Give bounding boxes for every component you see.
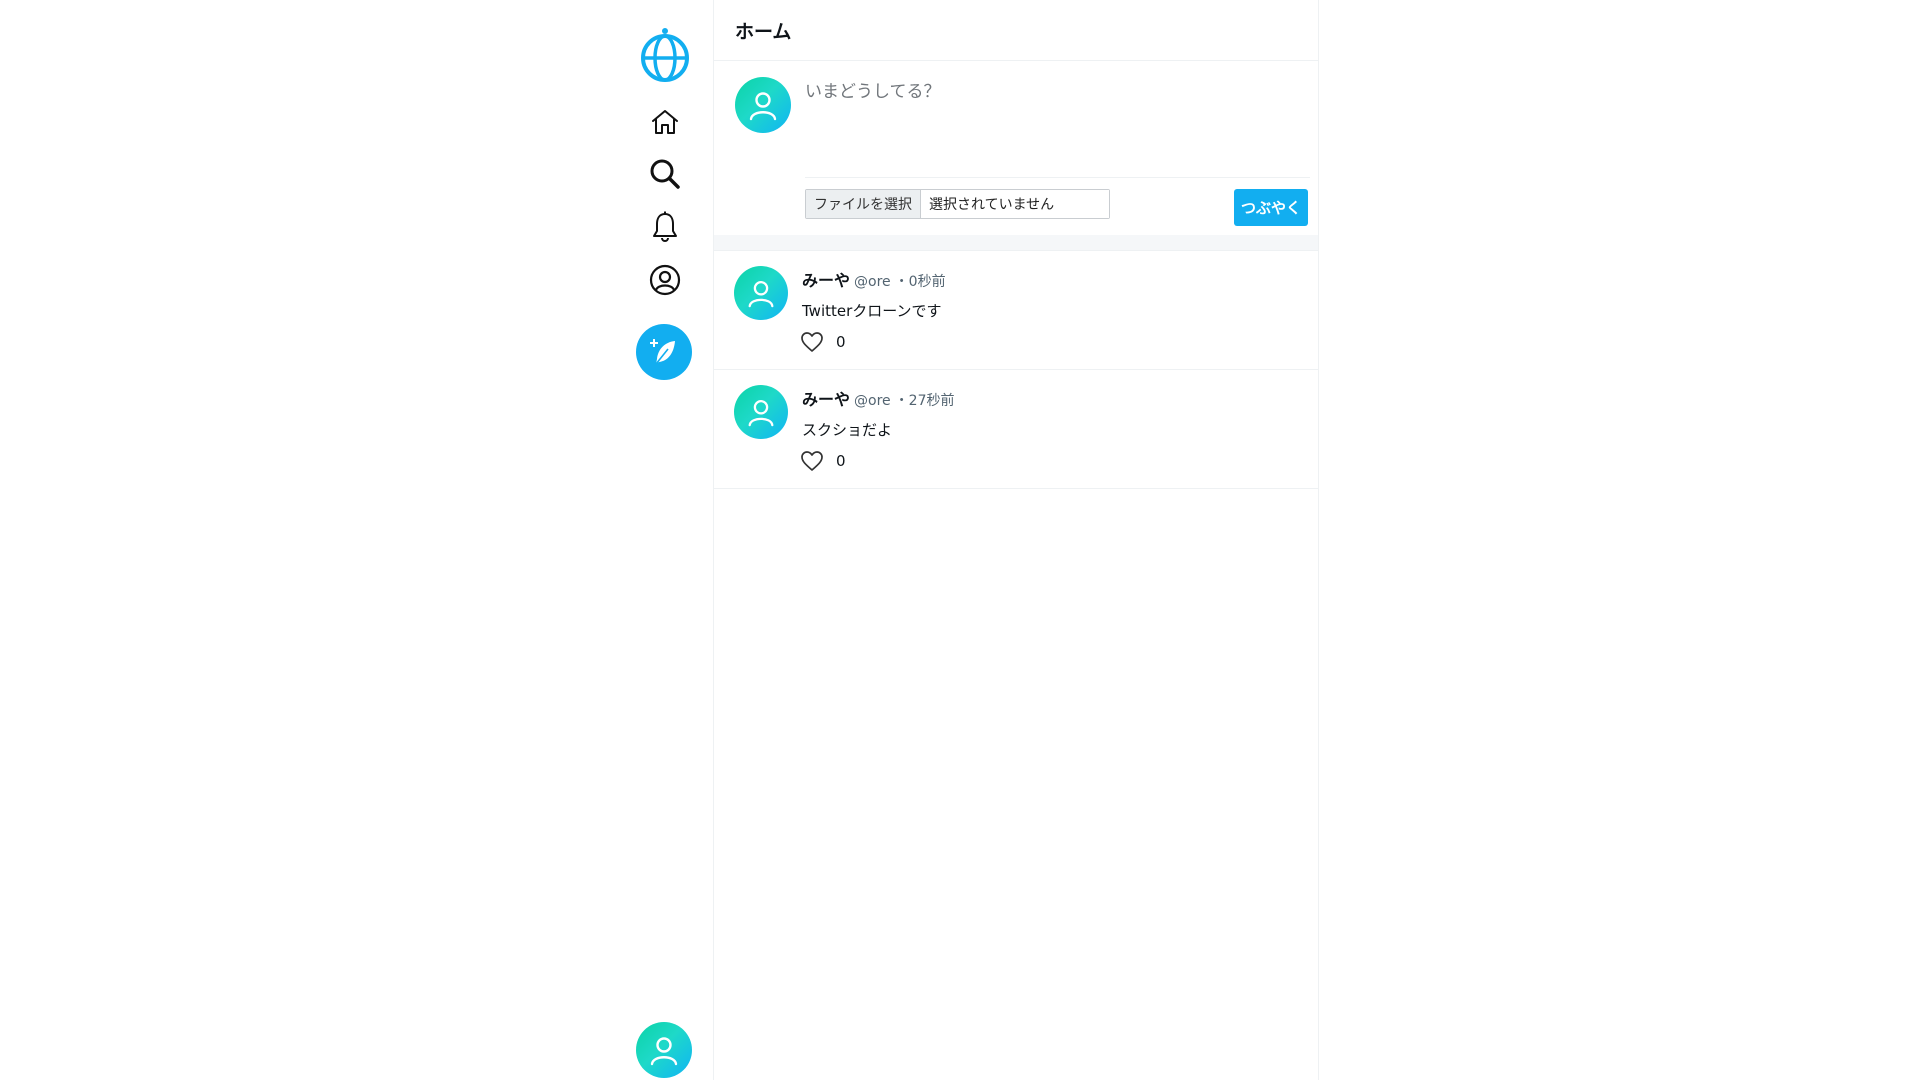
- compose-feather-button[interactable]: [636, 324, 692, 380]
- like-count: 0: [836, 333, 846, 351]
- compose-feather-icon: [650, 339, 675, 365]
- tweet-input[interactable]: [805, 73, 1305, 181]
- heart-icon[interactable]: [800, 450, 824, 472]
- tweet-composer: ファイルを選択 選択されていません つぶやく: [714, 61, 1318, 235]
- page-title: ホーム: [735, 20, 792, 43]
- file-select-button[interactable]: ファイルを選択: [806, 190, 921, 218]
- file-status: 選択されていません: [921, 190, 1109, 218]
- avatar[interactable]: [734, 385, 788, 439]
- sidebar-nav: [620, 0, 715, 1080]
- tweet-submit-button[interactable]: つぶやく: [1234, 189, 1308, 226]
- user-icon: [748, 400, 774, 427]
- tweet-timestamp: ・27秒前: [894, 393, 955, 409]
- account-avatar[interactable]: [636, 1022, 692, 1078]
- tweet-meta: みーや @ore ・0秒前: [802, 267, 946, 291]
- bell-icon[interactable]: [646, 209, 684, 245]
- user-icon: [749, 92, 777, 121]
- avatar[interactable]: [734, 266, 788, 320]
- home-icon[interactable]: [646, 104, 684, 140]
- tweet-item[interactable]: みーや @ore ・0秒前 Twitterクローンです 0: [714, 251, 1318, 370]
- user-icon: [650, 1037, 678, 1066]
- header: ホーム: [714, 0, 1318, 61]
- avatar: [735, 77, 791, 133]
- search-icon[interactable]: [646, 156, 684, 192]
- tweet-text: Twitterクローンです: [802, 302, 942, 320]
- tweet-author-name[interactable]: みーや: [802, 386, 850, 410]
- profile-icon[interactable]: [646, 262, 684, 298]
- file-picker[interactable]: ファイルを選択 選択されていません: [805, 189, 1110, 219]
- tweet-text: スクショだよ: [802, 421, 893, 439]
- tweet-author-name[interactable]: みーや: [802, 267, 850, 291]
- like-button[interactable]: 0: [800, 450, 846, 472]
- heart-icon[interactable]: [800, 331, 824, 353]
- globe-logo-icon[interactable]: [640, 24, 690, 84]
- user-icon: [748, 281, 774, 308]
- tweet-meta: みーや @ore ・27秒前: [802, 386, 954, 410]
- tweet-author-handle: @ore: [854, 393, 891, 409]
- divider: [805, 177, 1310, 178]
- timeline-column: ホーム ファイルを選択 選択されていません つぶやく みーや @ore ・0秒: [713, 0, 1319, 1080]
- like-button[interactable]: 0: [800, 331, 846, 353]
- section-gap: [714, 235, 1318, 251]
- tweet-timestamp: ・0秒前: [894, 274, 946, 290]
- tweet-item[interactable]: みーや @ore ・27秒前 スクショだよ 0: [714, 370, 1318, 489]
- like-count: 0: [836, 452, 846, 470]
- tweet-author-handle: @ore: [854, 274, 891, 290]
